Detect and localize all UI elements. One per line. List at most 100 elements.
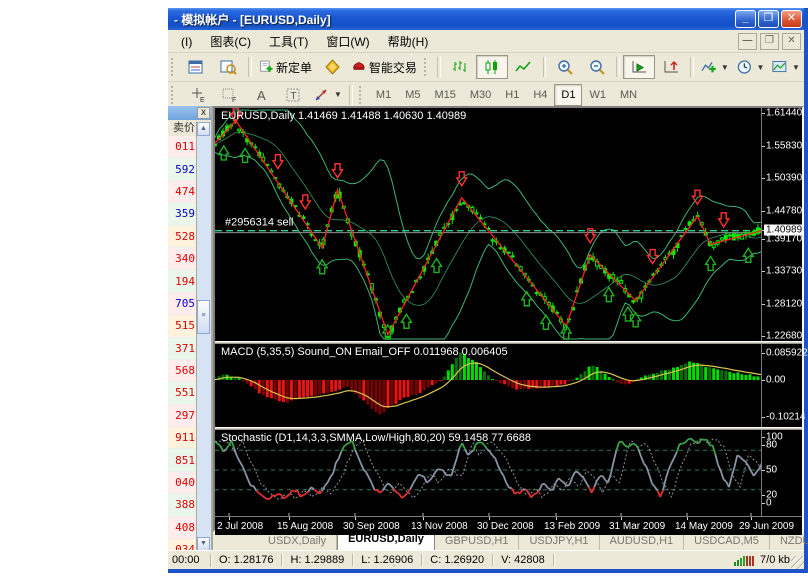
market-watch-row[interactable]: 388 — [168, 494, 197, 516]
timeframe-mn-button[interactable]: MN — [613, 84, 644, 106]
market-watch-row[interactable]: 359 — [168, 203, 197, 225]
candlestick-chart-button[interactable] — [476, 55, 508, 79]
timeframe-h1-button[interactable]: H1 — [498, 84, 526, 106]
date-tick — [556, 517, 557, 520]
periods-button[interactable]: ▼ — [733, 55, 769, 79]
market-watch-row[interactable]: 340 — [168, 248, 197, 270]
mdi-close-button[interactable]: ✕ — [782, 33, 801, 50]
text-a-icon: A — [253, 87, 270, 103]
market-watch-row[interactable]: 851 — [168, 449, 197, 471]
scroll-up-icon[interactable]: ▲ — [197, 122, 210, 136]
menu-item-4[interactable]: 帮助(H) — [379, 33, 438, 51]
auto-scroll-button[interactable] — [623, 55, 655, 79]
market-watch-row[interactable]: 592 — [168, 158, 197, 180]
data-window-icon — [220, 59, 237, 75]
market-watch-row[interactable]: 528 — [168, 226, 197, 248]
expert-advisors-button[interactable]: 智能交易 — [348, 55, 421, 79]
window-titlebar[interactable]: - 模拟帐户 - [EURUSD,Daily] _ ❐ ✕ — [168, 8, 804, 30]
scroll-down-icon[interactable]: ▼ — [197, 537, 210, 551]
date-tick — [229, 517, 230, 520]
scrollbar-thumb[interactable]: ≡ — [197, 300, 210, 334]
chevron-down-icon: ▼ — [792, 63, 800, 72]
line-chart-button[interactable] — [508, 55, 540, 79]
text-button[interactable]: A — [245, 83, 277, 107]
timeframe-m30-button[interactable]: M30 — [463, 84, 498, 106]
toolbar-separator — [349, 85, 353, 105]
stochastic-axis-label: 80 — [766, 440, 777, 451]
crosshair-cursor-button[interactable]: E — [181, 83, 213, 107]
market-watch-row[interactable]: 194 — [168, 270, 197, 292]
stochastic-axis: 1008050200 — [761, 430, 802, 516]
window-title: - 模拟帐户 - [EURUSD,Daily] — [174, 11, 735, 28]
timeframe-w1-button[interactable]: W1 — [582, 84, 613, 106]
data-window-button[interactable] — [213, 55, 245, 79]
market-watch-row[interactable]: 297 — [168, 405, 197, 427]
toolbar-grip — [171, 86, 178, 104]
window-minimize-button[interactable]: _ — [735, 10, 756, 28]
status-bar: 00:00 O: 1.28176H: 1.29889L: 1.26906C: 1… — [168, 550, 804, 569]
sell-down-arrow-icon — [300, 195, 310, 209]
window-close-button[interactable]: ✕ — [781, 10, 802, 28]
bar-chart-button[interactable] — [444, 55, 476, 79]
status-cell-high: H: 1.29889 — [282, 554, 353, 566]
market-watch-caption[interactable]: x — [168, 106, 211, 120]
date-axis-label: 31 Mar 2009 — [609, 521, 665, 532]
indicators-icon — [701, 59, 717, 75]
menu-item-0[interactable]: (I) — [172, 33, 201, 51]
new-order-icon — [259, 59, 273, 75]
market-watch-row[interactable]: 371 — [168, 338, 197, 360]
menu-item-3[interactable]: 窗口(W) — [317, 33, 378, 51]
crosshair-grid-button[interactable]: F — [213, 83, 245, 107]
market-watch-row[interactable]: 568 — [168, 360, 197, 382]
market-watch-row[interactable]: 040 — [168, 472, 197, 494]
templates-icon — [772, 59, 788, 75]
menu-item-1[interactable]: 图表(C) — [201, 33, 260, 51]
axis-tick — [762, 211, 765, 212]
macd-panel[interactable]: MACD (5,35,5) Sound_ON Email_OFF 0.01196… — [215, 344, 802, 427]
timeframe-m5-button[interactable]: M5 — [398, 84, 427, 106]
timeframe-d1-button[interactable]: D1 — [554, 84, 582, 106]
chevron-down-icon: ▼ — [334, 90, 342, 99]
menu-bar: (I)图表(C)工具(T)窗口(W)帮助(H) — ❐ ✕ — [168, 30, 804, 53]
templates-button[interactable]: ▼ — [768, 55, 804, 79]
arrow-shapes-button[interactable]: ▼ — [309, 83, 346, 107]
market-watch-row[interactable]: 474 — [168, 181, 197, 203]
market-watch-close-icon[interactable]: x — [197, 107, 210, 119]
market-watch-row[interactable]: 911 — [168, 427, 197, 449]
status-cell-close: C: 1.26920 — [422, 554, 493, 566]
stochastic-panel[interactable]: Stochastic (D1,14,3,3,SMMA,Low/High,80,2… — [215, 430, 802, 516]
window-maximize-button[interactable]: ❐ — [758, 10, 779, 28]
new-order-button[interactable]: 新定单 — [255, 55, 316, 79]
mdi-restore-button[interactable]: ❐ — [760, 33, 779, 50]
timeframe-m15-button[interactable]: M15 — [427, 84, 462, 106]
timeframe-h4-button[interactable]: H4 — [526, 84, 554, 106]
market-watch-button[interactable] — [181, 55, 213, 79]
menu-item-2[interactable]: 工具(T) — [260, 33, 317, 51]
market-watch-row[interactable]: 515 — [168, 315, 197, 337]
zoom-out-button[interactable] — [581, 55, 613, 79]
market-watch-row[interactable]: 705 — [168, 293, 197, 315]
zoom-in-icon — [557, 59, 574, 75]
zoom-in-button[interactable] — [549, 55, 581, 79]
main-chart-panel[interactable]: #2956314 sell EURUSD,Daily 1.41469 1.414… — [215, 108, 802, 341]
market-watch-scrollbar[interactable]: ▲ ≡ ▼ — [196, 122, 211, 551]
mdi-minimize-button[interactable]: — — [738, 33, 757, 50]
news-button[interactable] — [316, 55, 348, 79]
chart-shift-button[interactable] — [655, 55, 687, 79]
news-icon — [324, 59, 341, 75]
date-tick — [289, 517, 290, 520]
price-axis[interactable]: 1.614401.558301.503901.447801.409891.391… — [761, 108, 802, 341]
text-label-button[interactable]: T — [277, 83, 309, 107]
market-watch-row[interactable]: 551 — [168, 382, 197, 404]
market-watch-row[interactable]: 011 — [168, 136, 197, 158]
toolbar-separator — [437, 57, 441, 77]
market-watch-icon — [188, 59, 205, 75]
market-watch-row[interactable]: 408 — [168, 517, 197, 539]
date-axis[interactable]: 2 Jul 200815 Aug 200830 Sep 200813 Nov 2… — [215, 516, 802, 535]
shift-icon — [663, 59, 680, 75]
indicators-button[interactable]: ▼ — [697, 55, 733, 79]
timeframe-m1-button[interactable]: M1 — [369, 84, 398, 106]
resize-grip[interactable] — [791, 556, 804, 569]
price-axis-label: 1.50390 — [766, 173, 802, 184]
date-axis-label: 30 Sep 2008 — [343, 521, 400, 532]
